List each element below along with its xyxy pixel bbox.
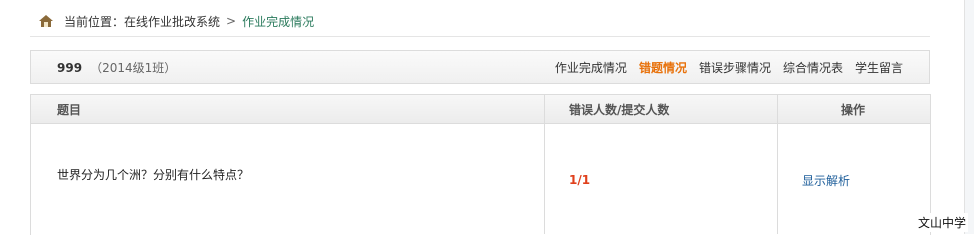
wrong-questions-table: 题目 错误人数/提交人数 操作 世界分为几个洲？分别有什么特点？ 1/1 显示解… <box>30 94 931 235</box>
tab-messages[interactable]: 学生留言 <box>855 59 903 76</box>
table-header: 题目 错误人数/提交人数 操作 <box>31 95 930 124</box>
action-cell: 显示解析 <box>778 124 928 234</box>
tab-completion[interactable]: 作业完成情况 <box>555 59 627 76</box>
class-name: （2014级1班） <box>90 60 177 75</box>
tab-wrong-questions[interactable]: 错题情况 <box>639 59 687 76</box>
tab-wrong-steps[interactable]: 错误步骤情况 <box>699 59 771 76</box>
column-header-ratio: 错误人数/提交人数 <box>545 95 778 123</box>
homework-number: 999 <box>57 60 83 75</box>
tab-summary[interactable]: 综合情况表 <box>783 59 843 76</box>
breadcrumb-current[interactable]: 作业完成情况 <box>242 13 314 30</box>
breadcrumb-separator: > <box>226 14 237 28</box>
divider <box>30 36 930 37</box>
class-info: 999 （2014级1班） <box>57 59 176 76</box>
view-tabs: 作业完成情况 错题情况 错误步骤情况 综合情况表 学生留言 <box>555 59 903 76</box>
home-icon <box>39 15 53 27</box>
table-row: 世界分为几个洲？分别有什么特点？ 1/1 显示解析 <box>31 124 930 234</box>
column-header-question: 题目 <box>31 95 545 123</box>
column-header-action: 操作 <box>840 102 865 117</box>
homework-header: 999 （2014级1班） 作业完成情况 错题情况 错误步骤情况 综合情况表 学… <box>30 50 930 84</box>
breadcrumb: 当前位置：在线作业批改系统 > 作业完成情况 <box>38 12 314 30</box>
breadcrumb-label: 当前位置：在线作业批改系统 <box>64 14 221 29</box>
school-name: 文山中学 <box>915 213 968 232</box>
question-text: 世界分为几个洲？分别有什么特点？ <box>31 124 545 234</box>
wrong-ratio: 1/1 <box>545 124 778 234</box>
show-analysis-link[interactable]: 显示解析 <box>802 172 850 189</box>
scroll-strip <box>965 0 974 234</box>
